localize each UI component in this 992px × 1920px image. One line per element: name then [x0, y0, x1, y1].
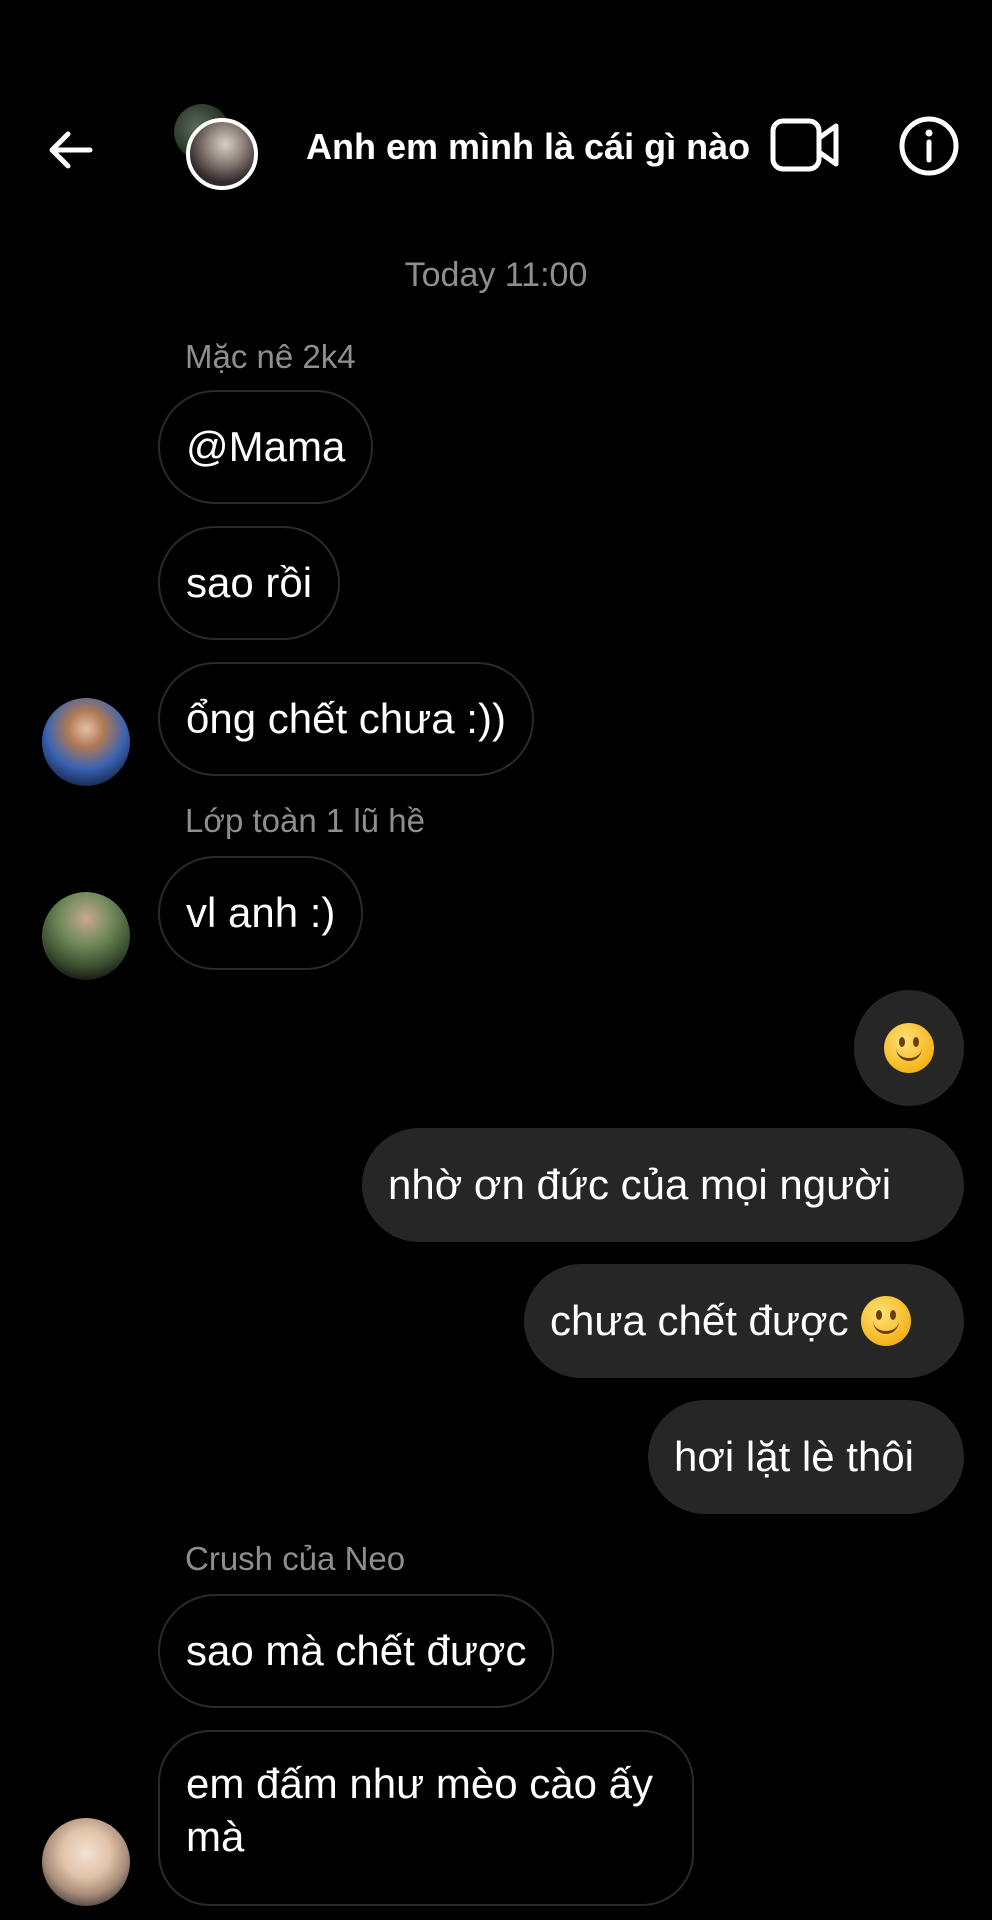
message-bubble[interactable]: @Mama: [158, 390, 374, 504]
message-bubble[interactable]: vl anh :): [158, 856, 364, 970]
emoji-message-bubble[interactable]: [854, 990, 964, 1106]
message-bubble[interactable]: nhờ ơn đức của mọi người: [362, 1128, 964, 1242]
message-bubble[interactable]: sao rồi: [158, 526, 341, 640]
message-bubble[interactable]: chưa chết được: [524, 1264, 964, 1378]
sender-name: Lớp toàn 1 lũ hề: [185, 802, 425, 839]
sender-avatar[interactable]: [42, 698, 130, 786]
sender-name: Mặc nê 2k4: [185, 338, 356, 375]
message-text: chưa chết được: [550, 1296, 849, 1344]
message-text: nhờ ơn đức của mọi người: [388, 1160, 892, 1208]
conversation-timestamp: Today 11:00: [404, 256, 588, 294]
slightly-smiling-face-icon: [860, 1296, 911, 1346]
message-text: hơi lặt lè thôi: [674, 1432, 915, 1480]
info-icon: [899, 116, 959, 176]
message-text: ổng chết chưa :)): [186, 694, 506, 742]
video-camera-icon: [770, 118, 839, 172]
slightly-smiling-face-icon: [884, 1023, 934, 1073]
message-bubble[interactable]: hơi lặt lè thôi: [648, 1400, 964, 1514]
group-avatar[interactable]: [170, 100, 270, 200]
video-call-button[interactable]: [770, 118, 840, 172]
group-avatar-primary: [186, 118, 258, 190]
message-bubble[interactable]: sao mà chết được: [158, 1594, 555, 1708]
message-text: em đấm như mèo cào ấy mà: [186, 1760, 654, 1860]
chat-header: Anh em mình là cái gì nào: [0, 0, 992, 300]
sender-name: Crush của Neo: [185, 1540, 406, 1577]
message-text: @Mama: [186, 422, 346, 470]
message-text: sao mà chết được: [186, 1626, 527, 1674]
back-button[interactable]: [40, 125, 100, 175]
arrow-left-icon: [49, 131, 93, 169]
sender-avatar[interactable]: [42, 1818, 130, 1906]
group-title[interactable]: Anh em mình là cái gì nào: [306, 126, 750, 168]
info-button[interactable]: [898, 115, 960, 177]
sender-avatar[interactable]: [42, 892, 130, 980]
message-bubble[interactable]: ổng chết chưa :)): [158, 662, 534, 776]
message-bubble[interactable]: em đấm như mèo cào ấy mà: [158, 1730, 694, 1906]
message-text: vl anh :): [186, 888, 336, 936]
message-text: sao rồi: [186, 558, 313, 606]
